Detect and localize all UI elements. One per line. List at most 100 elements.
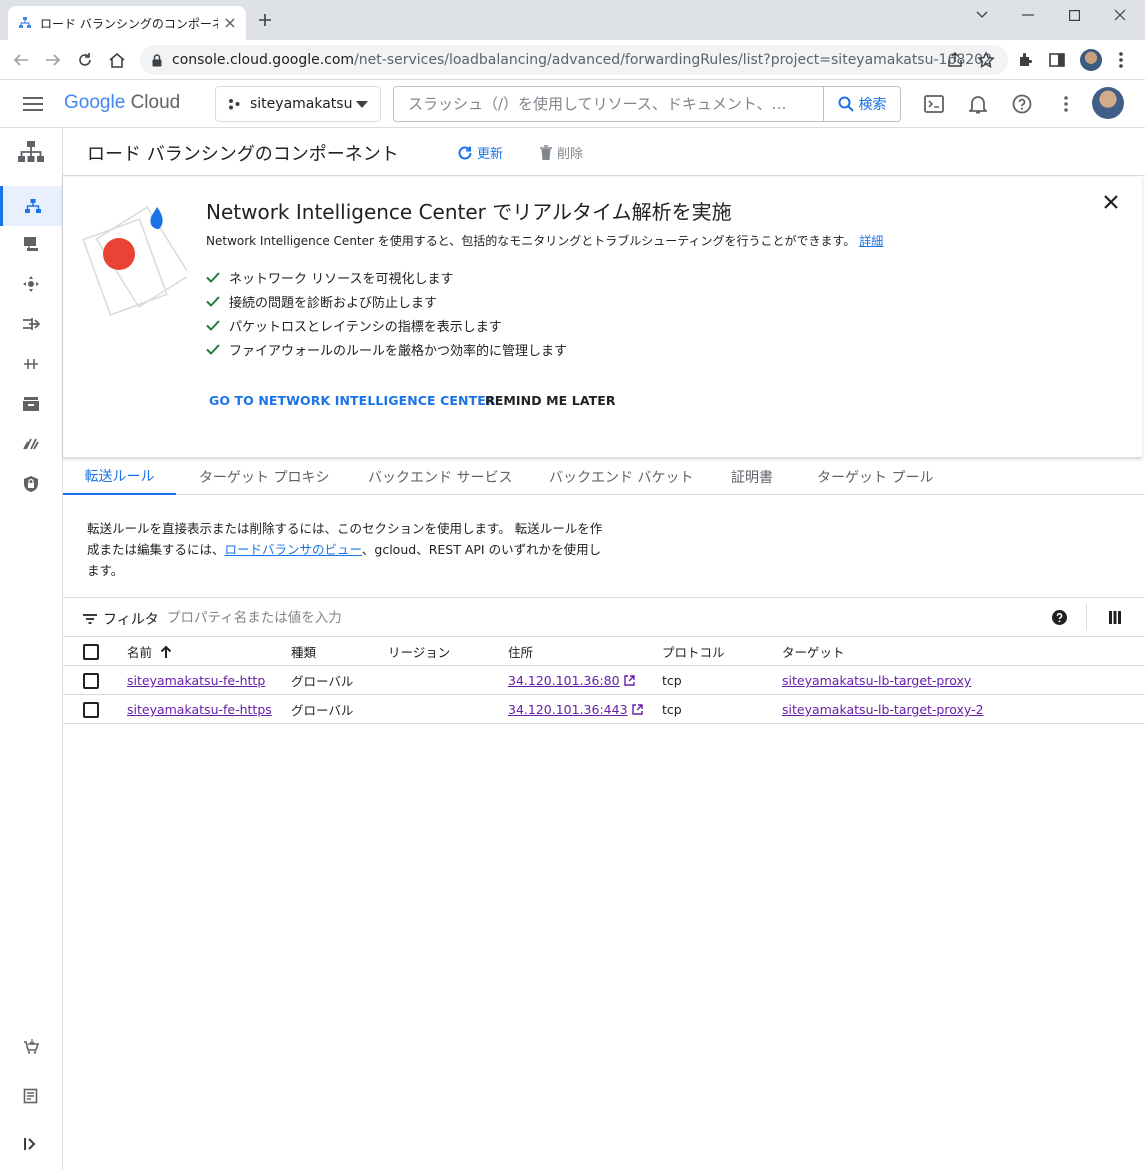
- lock-icon: [152, 53, 162, 67]
- filter-label: フィルタ: [103, 612, 159, 628]
- cloud-armor-icon[interactable]: [0, 464, 62, 504]
- component-tabs: 転送ルール ターゲット プロキシ バックエンド サービス バックエンド バケット…: [63, 459, 1145, 495]
- project-icon: [228, 98, 240, 110]
- search-input[interactable]: [394, 87, 823, 121]
- tab-backend-buckets[interactable]: バックエンド バケット: [549, 459, 693, 495]
- details-link[interactable]: 詳細: [859, 234, 883, 248]
- traffic-director-icon[interactable]: [0, 344, 62, 384]
- column-display-icon[interactable]: [1109, 611, 1121, 624]
- reload-icon[interactable]: [75, 50, 95, 70]
- browser-tab[interactable]: ロード バランシングのコンポーネント – ネ: [8, 6, 246, 40]
- back-icon[interactable]: [11, 50, 31, 70]
- filter-button[interactable]: フィルタ: [83, 609, 159, 629]
- select-all-checkbox[interactable]: [83, 637, 99, 666]
- column-header-region[interactable]: リージョン: [388, 637, 450, 666]
- column-header-name[interactable]: 名前: [127, 637, 172, 666]
- project-selector[interactable]: siteyamakatsu: [215, 86, 381, 122]
- minimize-icon[interactable]: [1005, 4, 1051, 26]
- new-tab-icon[interactable]: [258, 13, 272, 27]
- column-header-address[interactable]: 住所: [508, 637, 533, 666]
- marketplace-icon[interactable]: [0, 1026, 62, 1066]
- notifications-icon[interactable]: [966, 92, 990, 116]
- row-checkbox[interactable]: [83, 695, 99, 724]
- expand-rail-icon[interactable]: [0, 1124, 62, 1164]
- help-icon[interactable]: [1010, 92, 1034, 116]
- search-icon: [838, 96, 854, 112]
- delete-label: 削除: [557, 147, 584, 162]
- forwarding-rules-table: 名前 種類 リージョン 住所 プロトコル ターゲット siteyamakatsu…: [63, 637, 1145, 724]
- release-notes-icon[interactable]: [0, 1076, 62, 1116]
- url-host: console.cloud.google.com: [172, 52, 355, 68]
- more-options-icon[interactable]: [1054, 92, 1078, 116]
- column-header-type[interactable]: 種類: [291, 637, 316, 666]
- help-icon[interactable]: [1052, 610, 1067, 625]
- row-checkbox[interactable]: [83, 666, 99, 695]
- account-avatar[interactable]: [1092, 87, 1124, 119]
- check-icon: [206, 343, 220, 355]
- nic-illustration: [77, 199, 187, 317]
- trash-icon: [539, 144, 553, 161]
- search-button[interactable]: 検索: [823, 87, 900, 121]
- load-balancer-view-link[interactable]: ロードバランサのビュー: [225, 542, 362, 557]
- go-to-nic-button[interactable]: GO TO NETWORK INTELLIGENCE CENTER: [209, 393, 496, 408]
- address-link[interactable]: 34.120.101.36:443: [508, 702, 628, 717]
- rail-load-balancing[interactable]: [0, 186, 62, 226]
- checklist-item: パケットロスとレイテンシの指標を表示します: [206, 313, 567, 337]
- tab-forwarding-rules[interactable]: 転送ルール: [63, 459, 176, 495]
- address-link[interactable]: 34.120.101.36:80: [508, 673, 620, 688]
- target-link[interactable]: siteyamakatsu-lb-target-proxy: [782, 673, 971, 688]
- banner-title: Network Intelligence Center でリアルタイム解析を実施: [206, 200, 732, 224]
- cloud-dns-icon[interactable]: [0, 224, 62, 264]
- checklist-item: 接続の問題を診断および防止します: [206, 289, 567, 313]
- address-bar[interactable]: console.cloud.google.com/net-services/lo…: [140, 45, 1008, 75]
- checklist-text: パケットロスとレイテンシの指標を表示します: [229, 319, 502, 335]
- tab-target-pools[interactable]: ターゲット プール: [817, 459, 933, 495]
- filter-bar: フィルタ: [63, 597, 1145, 637]
- google-cloud-logo[interactable]: Google Cloud: [64, 92, 180, 114]
- refresh-button[interactable]: 更新: [457, 143, 503, 162]
- tab-certificates[interactable]: 証明書: [731, 459, 773, 495]
- target-link[interactable]: siteyamakatsu-lb-target-proxy-2: [782, 702, 984, 717]
- table-header-row: 名前 種類 リージョン 住所 プロトコル ターゲット: [63, 637, 1145, 666]
- window-close-icon[interactable]: [1097, 4, 1143, 26]
- chevron-down-icon[interactable]: [959, 4, 1005, 26]
- home-icon[interactable]: [107, 50, 127, 70]
- dropdown-arrow-icon: [356, 101, 368, 108]
- close-icon[interactable]: [1104, 195, 1118, 209]
- table-row: siteyamakatsu-fe-https グローバル 34.120.101.…: [63, 695, 1145, 724]
- star-icon[interactable]: [977, 51, 995, 69]
- logo-cloud: Cloud: [130, 92, 181, 113]
- rule-protocol: tcp: [662, 673, 682, 688]
- cloud-nat-icon[interactable]: [0, 304, 62, 344]
- extensions-icon[interactable]: [1016, 50, 1036, 70]
- remind-me-later-button[interactable]: REMIND ME LATER: [485, 393, 616, 408]
- column-header-protocol[interactable]: プロトコル: [662, 637, 725, 666]
- rule-name-link[interactable]: siteyamakatsu-fe-http: [127, 673, 265, 688]
- filter-input[interactable]: [167, 607, 767, 629]
- tab-backend-services[interactable]: バックエンド サービス: [368, 459, 512, 495]
- media-cdn-icon[interactable]: [0, 424, 62, 464]
- checklist-text: 接続の問題を診断および防止します: [229, 295, 438, 311]
- maximize-icon[interactable]: [1051, 4, 1097, 26]
- column-header-target[interactable]: ターゲット: [782, 637, 845, 666]
- tab-target-proxies[interactable]: ターゲット プロキシ: [199, 459, 329, 495]
- forward-icon[interactable]: [43, 50, 63, 70]
- checklist-item: ネットワーク リソースを可視化します: [206, 265, 567, 289]
- hamburger-menu-icon[interactable]: [21, 92, 45, 116]
- external-link-icon: [623, 675, 635, 686]
- browser-tabbar: ロード バランシングのコンポーネント – ネ: [0, 0, 1145, 40]
- side-panel-icon[interactable]: [1047, 50, 1067, 70]
- cloud-cdn-icon[interactable]: [0, 264, 62, 304]
- network-services-icon[interactable]: [0, 132, 62, 172]
- banner-description: Network Intelligence Center を使用すると、包括的なモ…: [206, 232, 883, 249]
- browser-profile-avatar[interactable]: [1080, 49, 1102, 71]
- refresh-label: 更新: [477, 147, 504, 162]
- close-tab-icon[interactable]: [224, 17, 236, 29]
- filter-icon: [83, 614, 97, 624]
- browser-menu-icon[interactable]: [1111, 50, 1131, 70]
- rule-name-link[interactable]: siteyamakatsu-fe-https: [127, 702, 272, 717]
- service-directory-icon[interactable]: [0, 384, 62, 424]
- share-icon[interactable]: [946, 51, 964, 69]
- cloud-shell-icon[interactable]: [922, 92, 946, 116]
- delete-button[interactable]: 削除: [539, 143, 583, 162]
